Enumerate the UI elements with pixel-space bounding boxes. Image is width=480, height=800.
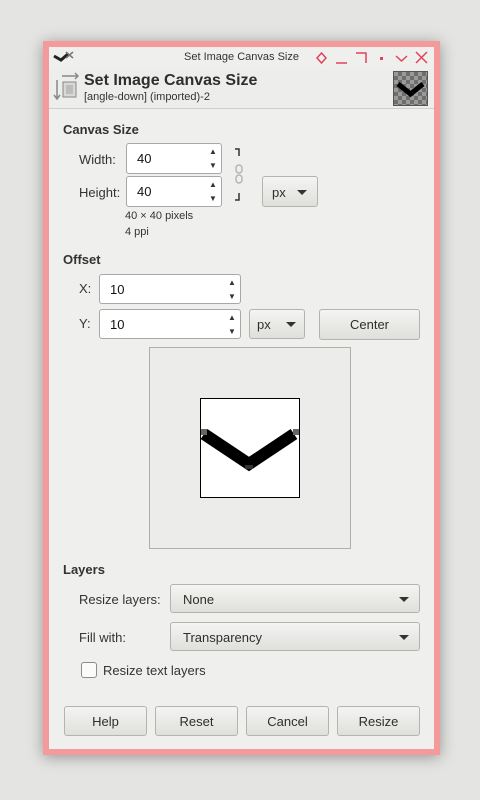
dialog-header: Set Image Canvas Size [angle-down] (impo… bbox=[49, 69, 434, 109]
resolution-info: 4 ppi bbox=[125, 226, 149, 238]
header-title: Set Image Canvas Size bbox=[84, 72, 258, 89]
canvas-unit-select[interactable]: px bbox=[262, 176, 318, 207]
chevron-down-icon bbox=[286, 322, 296, 327]
offset-y-decrement-button[interactable]: ▼ bbox=[224, 324, 240, 338]
fill-with-select[interactable]: Transparency bbox=[170, 622, 420, 651]
canvas-size-icon bbox=[53, 72, 80, 102]
help-button[interactable]: Help bbox=[64, 706, 147, 736]
offset-unit-select[interactable]: px bbox=[249, 309, 305, 339]
chevron-down-icon bbox=[297, 190, 307, 195]
height-label: Height: bbox=[79, 185, 121, 200]
center-button[interactable]: Center bbox=[319, 309, 420, 340]
fill-with-value: Transparency bbox=[183, 630, 262, 645]
close-icon[interactable] bbox=[413, 49, 430, 67]
cancel-button[interactable]: Cancel bbox=[246, 706, 329, 736]
image-thumbnail bbox=[393, 71, 428, 106]
offset-x-increment-button[interactable]: ▲ bbox=[224, 275, 240, 289]
offset-y-value: 10 bbox=[110, 317, 125, 332]
dialog-window: Set Image Canvas Size Set Image Canvas S… bbox=[43, 41, 440, 755]
chain-link-icon[interactable] bbox=[231, 147, 245, 203]
offset-heading: Offset bbox=[63, 252, 101, 267]
maximize-icon[interactable] bbox=[353, 49, 370, 67]
width-label: Width: bbox=[79, 152, 116, 167]
sticky-icon[interactable] bbox=[373, 49, 390, 67]
shade-icon[interactable] bbox=[313, 49, 330, 67]
layers-heading: Layers bbox=[63, 562, 105, 577]
dialog-content: Set Image Canvas Size [angle-down] (impo… bbox=[49, 69, 434, 749]
width-value: 40 bbox=[137, 151, 152, 166]
reset-button[interactable]: Reset bbox=[155, 706, 238, 736]
menu-icon[interactable] bbox=[393, 49, 410, 67]
offset-unit-value: px bbox=[257, 317, 271, 332]
resize-text-layers-label[interactable]: Resize text layers bbox=[103, 663, 206, 678]
width-input[interactable]: 40 ▲ ▼ bbox=[126, 143, 222, 174]
offset-x-value: 10 bbox=[110, 282, 125, 297]
height-value: 40 bbox=[137, 184, 152, 199]
height-input[interactable]: 40 ▲ ▼ bbox=[126, 176, 222, 207]
gimp-icon[interactable] bbox=[53, 50, 75, 66]
canvas-unit-value: px bbox=[272, 185, 286, 200]
offset-x-decrement-button[interactable]: ▼ bbox=[224, 289, 240, 303]
height-increment-button[interactable]: ▲ bbox=[205, 177, 221, 192]
resize-layers-label: Resize layers: bbox=[79, 592, 161, 607]
canvas-preview[interactable] bbox=[149, 347, 351, 549]
dimensions-info: 40 × 40 pixels bbox=[125, 210, 194, 222]
offset-x-input[interactable]: 10 ▲ ▼ bbox=[99, 274, 241, 304]
chevron-down-icon bbox=[399, 635, 409, 640]
resize-layers-value: None bbox=[183, 592, 215, 607]
height-decrement-button[interactable]: ▼ bbox=[205, 192, 221, 207]
preview-image bbox=[200, 398, 300, 498]
offset-y-label: Y: bbox=[79, 316, 91, 331]
chevron-down-icon bbox=[399, 597, 409, 602]
resize-layers-select[interactable]: None bbox=[170, 584, 420, 613]
window-controls bbox=[313, 49, 430, 67]
offset-y-input[interactable]: 10 ▲ ▼ bbox=[99, 309, 241, 339]
resize-text-layers-checkbox[interactable] bbox=[81, 662, 97, 678]
offset-x-label: X: bbox=[79, 281, 92, 296]
fill-with-label: Fill with: bbox=[79, 630, 126, 645]
resize-button[interactable]: Resize bbox=[337, 706, 420, 736]
header-subtitle: [angle-down] (imported)-2 bbox=[84, 91, 210, 103]
title-bar[interactable]: Set Image Canvas Size bbox=[49, 47, 434, 69]
width-increment-button[interactable]: ▲ bbox=[205, 144, 221, 159]
minimize-icon[interactable] bbox=[333, 49, 350, 67]
width-decrement-button[interactable]: ▼ bbox=[205, 159, 221, 174]
canvas-size-heading: Canvas Size bbox=[63, 122, 139, 137]
offset-y-increment-button[interactable]: ▲ bbox=[224, 310, 240, 324]
